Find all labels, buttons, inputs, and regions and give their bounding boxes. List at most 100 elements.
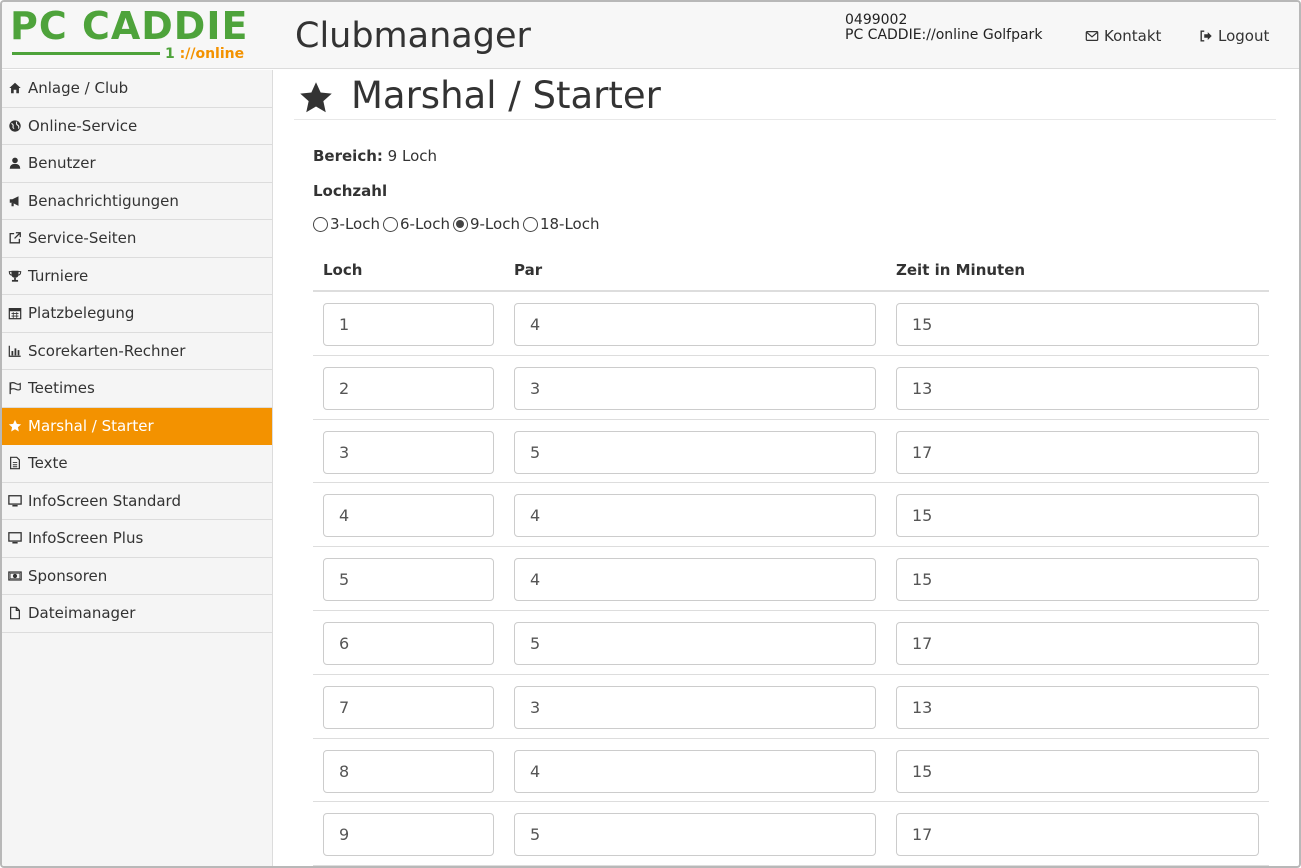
logout-label: Logout bbox=[1218, 27, 1270, 45]
table-row: 6 5 17 bbox=[313, 611, 1269, 675]
envelope-icon bbox=[1085, 31, 1099, 41]
sidebar-item-platzbelegung[interactable]: Platzbelegung bbox=[2, 295, 272, 333]
par-input[interactable]: 3 bbox=[514, 366, 876, 410]
par-input[interactable]: 4 bbox=[514, 303, 876, 346]
page-header: Marshal / Starter bbox=[294, 70, 1276, 120]
sidebar-item-turniere[interactable]: Turniere bbox=[2, 258, 272, 295]
sidebar-item-label: Scorekarten-Rechner bbox=[28, 341, 186, 360]
par-input[interactable]: 3 bbox=[514, 685, 876, 729]
loch-input[interactable]: 1 bbox=[323, 303, 494, 346]
par-input[interactable]: 5 bbox=[514, 813, 876, 857]
zeit-input[interactable]: 17 bbox=[896, 813, 1259, 857]
table-row: 5 4 15 bbox=[313, 547, 1269, 611]
table-header: Loch Par Zeit in Minuten bbox=[313, 252, 1269, 292]
zeit-input[interactable]: 17 bbox=[896, 430, 1259, 474]
logo-sub-text: ://online bbox=[179, 46, 245, 62]
radio-button[interactable] bbox=[522, 216, 538, 232]
sidebar-item-service-seiten[interactable]: Service-Seiten bbox=[2, 220, 272, 258]
header-par: Par bbox=[514, 261, 543, 279]
sidebar-item-benutzer[interactable]: Benutzer bbox=[2, 145, 272, 183]
sidebar-item-scorekarten-rechner[interactable]: Scorekarten-Rechner bbox=[2, 333, 272, 370]
holes-table: Loch Par Zeit in Minuten 1 4 15 2 3 13 3 5 17 4 4 1… bbox=[313, 252, 1269, 866]
loch-input[interactable]: 9 bbox=[323, 813, 494, 857]
star-icon bbox=[300, 82, 332, 113]
radio-button[interactable] bbox=[452, 216, 468, 232]
sidebar-item-label: Marshal / Starter bbox=[28, 416, 154, 435]
radio-selected-dot bbox=[456, 220, 465, 228]
radio-button[interactable] bbox=[382, 216, 398, 232]
globe-icon bbox=[7, 118, 23, 134]
par-input[interactable]: 4 bbox=[514, 558, 876, 602]
table-body: 1 4 15 2 3 13 3 5 17 4 4 15 5 4 15 6 5 17 7 3 13 8 4 15 9 5 17 bbox=[313, 292, 1269, 866]
loch-input[interactable]: 2 bbox=[323, 366, 494, 410]
monitor-icon bbox=[7, 530, 23, 546]
table-row: 8 4 15 bbox=[313, 739, 1269, 803]
lochzahl-label: Lochzahl bbox=[313, 182, 388, 200]
external-link-icon bbox=[7, 230, 23, 246]
zeit-input[interactable]: 13 bbox=[896, 366, 1259, 410]
pc-caddie-logo[interactable]: PC CADDIE 1 ://online bbox=[10, 4, 247, 66]
radio-9-loch[interactable]: 9-Loch bbox=[452, 215, 520, 233]
contact-label: Kontakt bbox=[1104, 27, 1162, 45]
monitor-icon bbox=[7, 493, 23, 509]
user-icon bbox=[7, 155, 23, 171]
app-title: Clubmanager bbox=[295, 16, 531, 56]
top-bar: PC CADDIE 1 ://online Clubmanager 049900… bbox=[2, 2, 1299, 69]
sidebar: Anlage / Club Online-Service Benutzer Benac… bbox=[2, 70, 273, 866]
sidebar-item-label: Service-Seiten bbox=[28, 229, 137, 248]
trophy-icon bbox=[7, 268, 23, 284]
sidebar-item-sponsoren[interactable]: Sponsoren bbox=[2, 558, 272, 595]
client-id: 0499002 bbox=[845, 12, 908, 28]
file-icon bbox=[7, 605, 23, 621]
loch-input[interactable]: 7 bbox=[323, 685, 494, 729]
zeit-input[interactable]: 15 bbox=[896, 558, 1259, 602]
sidebar-item-infoscreen-standard[interactable]: InfoScreen Standard bbox=[2, 483, 272, 520]
logout-link[interactable]: Logout bbox=[1199, 27, 1269, 45]
sidebar-item-marshal-starter[interactable]: Marshal / Starter bbox=[2, 407, 272, 445]
contact-link[interactable]: Kontakt bbox=[1085, 27, 1161, 45]
loch-input[interactable]: 5 bbox=[323, 558, 494, 602]
page-title: Marshal / Starter bbox=[351, 74, 661, 117]
loch-input[interactable]: 3 bbox=[323, 430, 494, 474]
sidebar-item-infoscreen-plus[interactable]: InfoScreen Plus bbox=[2, 520, 272, 558]
radio-18-loch[interactable]: 18-Loch bbox=[522, 215, 599, 233]
par-input[interactable]: 4 bbox=[514, 749, 876, 793]
sidebar-item-label: Benutzer bbox=[28, 154, 96, 173]
zeit-input[interactable]: 15 bbox=[896, 749, 1259, 793]
logo-underline bbox=[12, 52, 160, 55]
sidebar-item-label: Benachrichtigungen bbox=[28, 191, 179, 210]
sidebar-item-label: Anlage / Club bbox=[28, 79, 129, 98]
logo-sub-prefix: 1 bbox=[165, 46, 175, 62]
money-icon bbox=[7, 568, 23, 584]
bereich-value: 9 Loch bbox=[387, 147, 438, 165]
par-input[interactable]: 4 bbox=[514, 494, 876, 538]
zeit-input[interactable]: 17 bbox=[896, 621, 1259, 665]
table-row: 7 3 13 bbox=[313, 675, 1269, 739]
loch-input[interactable]: 8 bbox=[323, 749, 494, 793]
flag-icon bbox=[7, 380, 23, 396]
zeit-input[interactable]: 13 bbox=[896, 685, 1259, 729]
zeit-input[interactable]: 15 bbox=[896, 494, 1259, 538]
radio-button[interactable] bbox=[313, 216, 328, 232]
sidebar-item-anlage-club[interactable]: Anlage / Club bbox=[2, 70, 272, 108]
sidebar-item-texte[interactable]: Texte bbox=[2, 445, 272, 483]
zeit-input[interactable]: 15 bbox=[896, 303, 1259, 346]
sidebar-item-label: InfoScreen Plus bbox=[28, 529, 144, 548]
sidebar-item-dateimanager[interactable]: Dateimanager bbox=[2, 595, 272, 633]
loch-input[interactable]: 6 bbox=[323, 621, 494, 665]
radio-6-loch[interactable]: 6-Loch bbox=[382, 215, 450, 233]
radio-3-loch[interactable]: 3-Loch bbox=[313, 215, 380, 233]
sidebar-item-teetimes[interactable]: Teetimes bbox=[2, 370, 272, 408]
sidebar-item-label: Sponsoren bbox=[28, 566, 108, 585]
loch-input[interactable]: 4 bbox=[323, 494, 494, 538]
par-input[interactable]: 5 bbox=[514, 621, 876, 665]
bullhorn-icon bbox=[7, 193, 23, 209]
home-icon bbox=[7, 80, 23, 96]
star-icon bbox=[7, 418, 23, 434]
app-window: PC CADDIE 1 ://online Clubmanager 049900… bbox=[0, 0, 1301, 868]
table-row: 4 4 15 bbox=[313, 483, 1269, 548]
radio-label: 3-Loch bbox=[330, 215, 380, 233]
sidebar-item-benachrichtigungen[interactable]: Benachrichtigungen bbox=[2, 183, 272, 220]
par-input[interactable]: 5 bbox=[514, 430, 876, 474]
sidebar-item-online-service[interactable]: Online-Service bbox=[2, 108, 272, 145]
